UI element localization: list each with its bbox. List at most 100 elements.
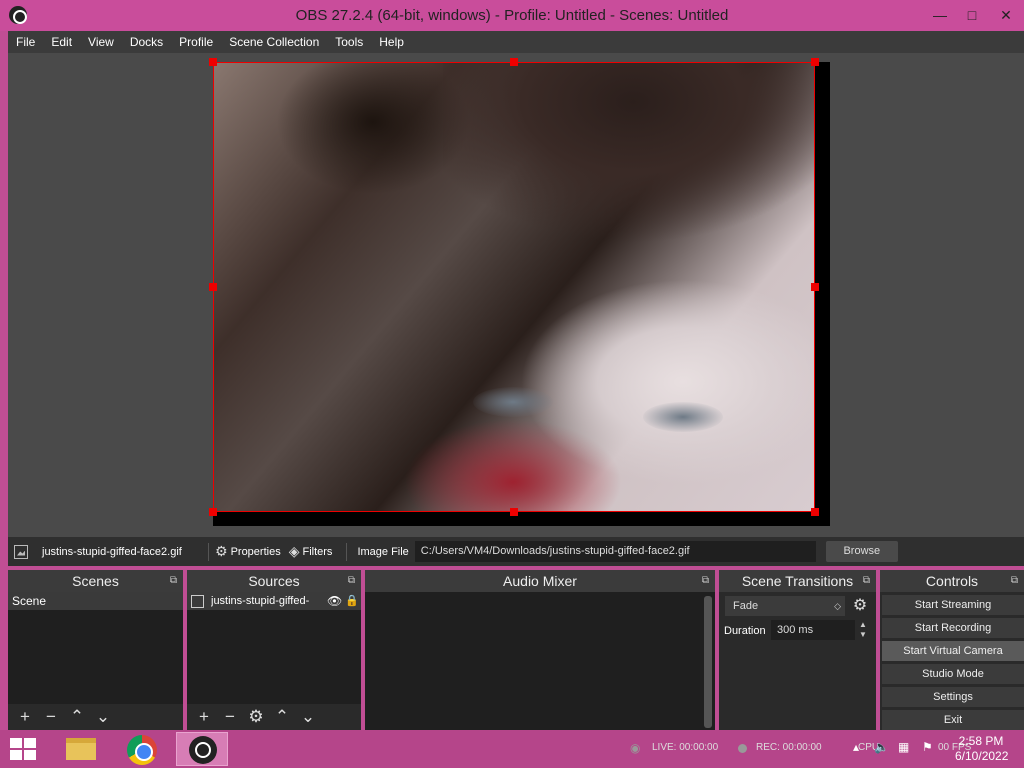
transition-settings-gear-icon[interactable]: ⚙ bbox=[850, 596, 870, 616]
image-source-icon bbox=[14, 544, 28, 559]
move-down-icon[interactable]: ⌄ bbox=[295, 707, 321, 727]
source-toolbar: justins-stupid-giffed-face2.gif ⚙ Proper… bbox=[8, 537, 1024, 566]
scenes-dock: Scenes ⧉ Scene + − ⌃ ⌄ bbox=[8, 570, 183, 730]
tray-chevron-icon[interactable]: ▴ bbox=[853, 740, 859, 754]
properties-button[interactable]: ⚙ Properties bbox=[215, 543, 281, 560]
undock-icon[interactable]: ⧉ bbox=[348, 570, 355, 592]
start-streaming-button[interactable]: Start Streaming bbox=[882, 595, 1024, 615]
sources-list[interactable]: justins-stupid-giffed- 👁 🔒 bbox=[187, 592, 361, 704]
resize-handle-tl[interactable] bbox=[209, 58, 217, 66]
filters-button[interactable]: ◈ Filters bbox=[289, 543, 333, 560]
filters-icon: ◈ bbox=[288, 543, 300, 559]
settings-button[interactable]: Settings bbox=[882, 687, 1024, 707]
image-file-path-field[interactable]: C:/Users/VM4/Downloads/justins-stupid-gi… bbox=[414, 541, 816, 562]
divider bbox=[208, 542, 209, 561]
updown-arrows-icon: ◇ bbox=[834, 601, 841, 611]
menu-docks[interactable]: Docks bbox=[122, 31, 171, 53]
resize-handle-tr[interactable] bbox=[811, 58, 819, 66]
studio-mode-button[interactable]: Studio Mode bbox=[882, 664, 1024, 684]
duration-spinner[interactable]: ▲ ▼ bbox=[856, 620, 870, 640]
move-up-icon[interactable]: ⌃ bbox=[64, 707, 90, 727]
transition-select[interactable]: Fade ◇ bbox=[725, 596, 845, 616]
exit-button[interactable]: Exit bbox=[882, 710, 1024, 730]
close-button[interactable]: ✕ bbox=[992, 4, 1020, 26]
clock-date: 6/10/2022 bbox=[955, 749, 1009, 763]
undock-icon[interactable]: ⧉ bbox=[863, 570, 870, 592]
move-up-icon[interactable]: ⌃ bbox=[269, 707, 295, 727]
menu-edit[interactable]: Edit bbox=[43, 31, 80, 53]
add-scene-icon[interactable]: + bbox=[12, 707, 38, 727]
volume-muted-icon[interactable]: 🔈 bbox=[874, 740, 889, 754]
chrome-taskbar-button[interactable] bbox=[116, 732, 168, 766]
resize-handle-bc[interactable] bbox=[510, 508, 518, 516]
action-center-icon[interactable]: ⚑ bbox=[922, 740, 933, 754]
start-recording-button[interactable]: Start Recording bbox=[882, 618, 1024, 638]
window-title: OBS 27.2.4 (64-bit, windows) - Profile: … bbox=[295, 7, 729, 24]
controls-title: Controls bbox=[925, 573, 979, 589]
visibility-eye-icon[interactable]: 👁 bbox=[327, 592, 345, 610]
obs-icon bbox=[189, 736, 217, 764]
live-status: LIVE: 00:00:00 bbox=[652, 742, 719, 753]
scenes-dock-header: Scenes ⧉ bbox=[8, 570, 183, 592]
audio-mixer-body bbox=[365, 592, 715, 730]
network-icon[interactable]: ▦ bbox=[898, 740, 909, 754]
source-item[interactable]: justins-stupid-giffed- 👁 🔒 bbox=[187, 592, 361, 610]
browse-button[interactable]: Browse bbox=[825, 541, 898, 562]
scenes-list[interactable]: Scene bbox=[8, 592, 183, 704]
maximize-button[interactable]: □ bbox=[958, 4, 986, 26]
gear-icon: ⚙ bbox=[215, 543, 228, 559]
audio-mixer-scrollbar[interactable] bbox=[704, 596, 712, 728]
resize-handle-mr[interactable] bbox=[811, 283, 819, 291]
sources-dock: Sources ⧉ justins-stupid-giffed- 👁 🔒 + −… bbox=[187, 570, 361, 730]
obs-taskbar-button[interactable] bbox=[176, 732, 228, 766]
remove-scene-icon[interactable]: − bbox=[38, 707, 64, 727]
controls-dock: Controls ⧉ Start Streaming Start Recordi… bbox=[880, 570, 1024, 730]
resize-handle-br[interactable] bbox=[811, 508, 819, 516]
controls-body: Start Streaming Start Recording Start Vi… bbox=[880, 592, 1024, 730]
windows-start-icon[interactable] bbox=[10, 738, 38, 762]
menu-file[interactable]: File bbox=[8, 31, 43, 53]
file-explorer-taskbar-button[interactable] bbox=[56, 732, 108, 766]
scene-transitions-title: Scene Transitions bbox=[741, 573, 854, 589]
selected-source-name: justins-stupid-giffed-face2.gif bbox=[42, 545, 182, 558]
image-file-label: Image File bbox=[357, 545, 409, 558]
menu-help[interactable]: Help bbox=[371, 31, 412, 53]
move-down-icon[interactable]: ⌄ bbox=[90, 707, 116, 727]
folder-icon bbox=[66, 738, 96, 760]
system-clock[interactable]: 2:58 PM 6/10/2022 bbox=[955, 734, 1009, 764]
duration-input[interactable]: 300 ms bbox=[771, 620, 855, 640]
controls-header: Controls ⧉ bbox=[880, 570, 1024, 592]
source-properties-gear-icon[interactable]: ⚙ bbox=[243, 707, 269, 727]
scenes-toolbar: + − ⌃ ⌄ bbox=[8, 704, 183, 730]
source-selection-box[interactable] bbox=[213, 62, 815, 512]
undock-icon[interactable]: ⧉ bbox=[702, 570, 709, 592]
divider bbox=[346, 542, 348, 561]
audio-mixer-dock: Audio Mixer ⧉ bbox=[365, 570, 715, 730]
rec-status: REC: 00:00:00 bbox=[756, 742, 822, 753]
sources-dock-title: Sources bbox=[248, 573, 300, 589]
scene-transitions-header: Scene Transitions ⧉ bbox=[719, 570, 876, 592]
start-virtual-camera-button[interactable]: Start Virtual Camera bbox=[882, 641, 1024, 661]
minimize-button[interactable]: — bbox=[926, 4, 954, 26]
scene-item[interactable]: Scene bbox=[8, 592, 183, 610]
window-title-bar: OBS 27.2.4 (64-bit, windows) - Profile: … bbox=[0, 0, 1024, 31]
lock-icon[interactable]: 🔒 bbox=[345, 592, 361, 610]
resize-handle-tc[interactable] bbox=[510, 58, 518, 66]
resize-handle-bl[interactable] bbox=[209, 508, 217, 516]
menu-scene-collection[interactable]: Scene Collection bbox=[221, 31, 327, 53]
add-source-icon[interactable]: + bbox=[191, 707, 217, 727]
image-source-icon bbox=[191, 594, 204, 608]
menu-profile[interactable]: Profile bbox=[171, 31, 221, 53]
audio-mixer-title: Audio Mixer bbox=[503, 573, 577, 589]
resize-handle-ml[interactable] bbox=[209, 283, 217, 291]
menu-view[interactable]: View bbox=[80, 31, 122, 53]
audio-mixer-header: Audio Mixer ⧉ bbox=[365, 570, 715, 592]
duration-label: Duration bbox=[724, 625, 766, 637]
menu-tools[interactable]: Tools bbox=[327, 31, 371, 53]
remove-source-icon[interactable]: − bbox=[217, 707, 243, 727]
undock-icon[interactable]: ⧉ bbox=[170, 570, 177, 592]
menu-bar: File Edit View Docks Profile Scene Colle… bbox=[8, 31, 1024, 53]
filters-label: Filters bbox=[302, 545, 333, 558]
recording-dot-icon bbox=[738, 744, 747, 753]
undock-icon[interactable]: ⧉ bbox=[1011, 570, 1018, 592]
